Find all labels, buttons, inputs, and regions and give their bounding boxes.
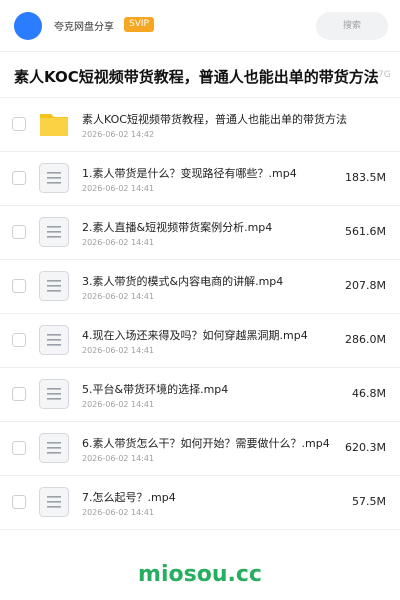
- document-icon: [38, 324, 70, 356]
- title-bar: 素人KOC短视频带货教程，普通人也能出单的带货方法 7G: [0, 52, 400, 98]
- file-date: 2026-06-02 14:41: [82, 238, 155, 247]
- select-checkbox[interactable]: [12, 117, 26, 131]
- select-checkbox[interactable]: [12, 279, 26, 293]
- document-icon: [38, 162, 70, 194]
- select-checkbox[interactable]: [12, 225, 26, 239]
- select-checkbox[interactable]: [12, 495, 26, 509]
- file-name[interactable]: 5.平台&带货环境的选择.mp4: [82, 381, 228, 397]
- file-size: 620.3M: [345, 441, 386, 454]
- avatar[interactable]: [14, 12, 42, 40]
- file-size: 57.5M: [352, 495, 386, 508]
- file-row[interactable]: 素人KOC短视频带货教程，普通人也能出单的带货方法 2026-06-02 14:4…: [0, 98, 400, 152]
- file-name[interactable]: 4.现在入场还来得及吗？如何穿越黑洞期.mp4: [82, 327, 308, 343]
- file-size: 183.5M: [345, 171, 386, 184]
- file-date: 2026-06-02 14:41: [82, 346, 155, 355]
- select-checkbox[interactable]: [12, 333, 26, 347]
- file-row[interactable]: 7.怎么起号？.mp4 2026-06-02 14:41 57.5M: [0, 476, 400, 530]
- header-bar: 夸克网盘分享 SVIP 搜索: [0, 0, 400, 52]
- title-size: 7G: [378, 70, 391, 80]
- document-icon: [38, 216, 70, 248]
- file-list: 素人KOC短视频带货教程，普通人也能出单的带货方法 2026-06-02 14:4…: [0, 98, 400, 530]
- file-name[interactable]: 2.素人直播&短视频带货案例分析.mp4: [82, 219, 272, 235]
- file-date: 2026-06-02 14:41: [82, 400, 155, 409]
- search-button[interactable]: 搜索: [316, 12, 388, 40]
- file-size: 286.0M: [345, 333, 386, 346]
- document-icon: [38, 270, 70, 302]
- file-date: 2026-06-02 14:41: [82, 508, 155, 517]
- file-date: 2026-06-02 14:41: [82, 454, 155, 463]
- select-checkbox[interactable]: [12, 441, 26, 455]
- file-date: 2026-06-02 14:41: [82, 184, 155, 193]
- document-icon: [38, 486, 70, 518]
- file-name[interactable]: 素人KOC短视频带货教程，普通人也能出单的带货方法: [82, 111, 347, 127]
- file-row[interactable]: 1.素人带货是什么？变现路径有哪些？.mp4 2026-06-02 14:41 18…: [0, 152, 400, 206]
- select-checkbox[interactable]: [12, 171, 26, 185]
- file-row[interactable]: 3.素人带货的模式&内容电商的讲解.mp4 2026-06-02 14:41 207…: [0, 260, 400, 314]
- file-name[interactable]: 6.素人带货怎么干？如何开始？需要做什么？.mp4: [82, 435, 330, 451]
- file-name[interactable]: 7.怎么起号？.mp4: [82, 489, 176, 505]
- folder-icon: [38, 108, 70, 140]
- document-icon: [38, 432, 70, 464]
- file-size: 207.8M: [345, 279, 386, 292]
- file-row[interactable]: 6.素人带货怎么干？如何开始？需要做什么？.mp4 2026-06-02 14:4…: [0, 422, 400, 476]
- watermark: miosou.cc: [138, 562, 262, 587]
- file-size: 46.8M: [352, 387, 386, 400]
- document-icon: [38, 378, 70, 410]
- share-owner-name: 夸克网盘分享: [54, 22, 114, 33]
- file-date: 2026-06-02 14:41: [82, 292, 155, 301]
- page-title: 素人KOC短视频带货教程，普通人也能出单的带货方法: [14, 68, 379, 86]
- file-row[interactable]: 4.现在入场还来得及吗？如何穿越黑洞期.mp4 2026-06-02 14:41 2…: [0, 314, 400, 368]
- select-checkbox[interactable]: [12, 387, 26, 401]
- file-row[interactable]: 5.平台&带货环境的选择.mp4 2026-06-02 14:41 46.8M: [0, 368, 400, 422]
- file-name[interactable]: 3.素人带货的模式&内容电商的讲解.mp4: [82, 273, 283, 289]
- file-size: 561.6M: [345, 225, 386, 238]
- svip-badge: SVIP: [124, 17, 154, 32]
- file-row[interactable]: 2.素人直播&短视频带货案例分析.mp4 2026-06-02 14:41 561.…: [0, 206, 400, 260]
- file-name[interactable]: 1.素人带货是什么？变现路径有哪些？.mp4: [82, 165, 297, 181]
- file-date: 2026-06-02 14:42: [82, 130, 155, 139]
